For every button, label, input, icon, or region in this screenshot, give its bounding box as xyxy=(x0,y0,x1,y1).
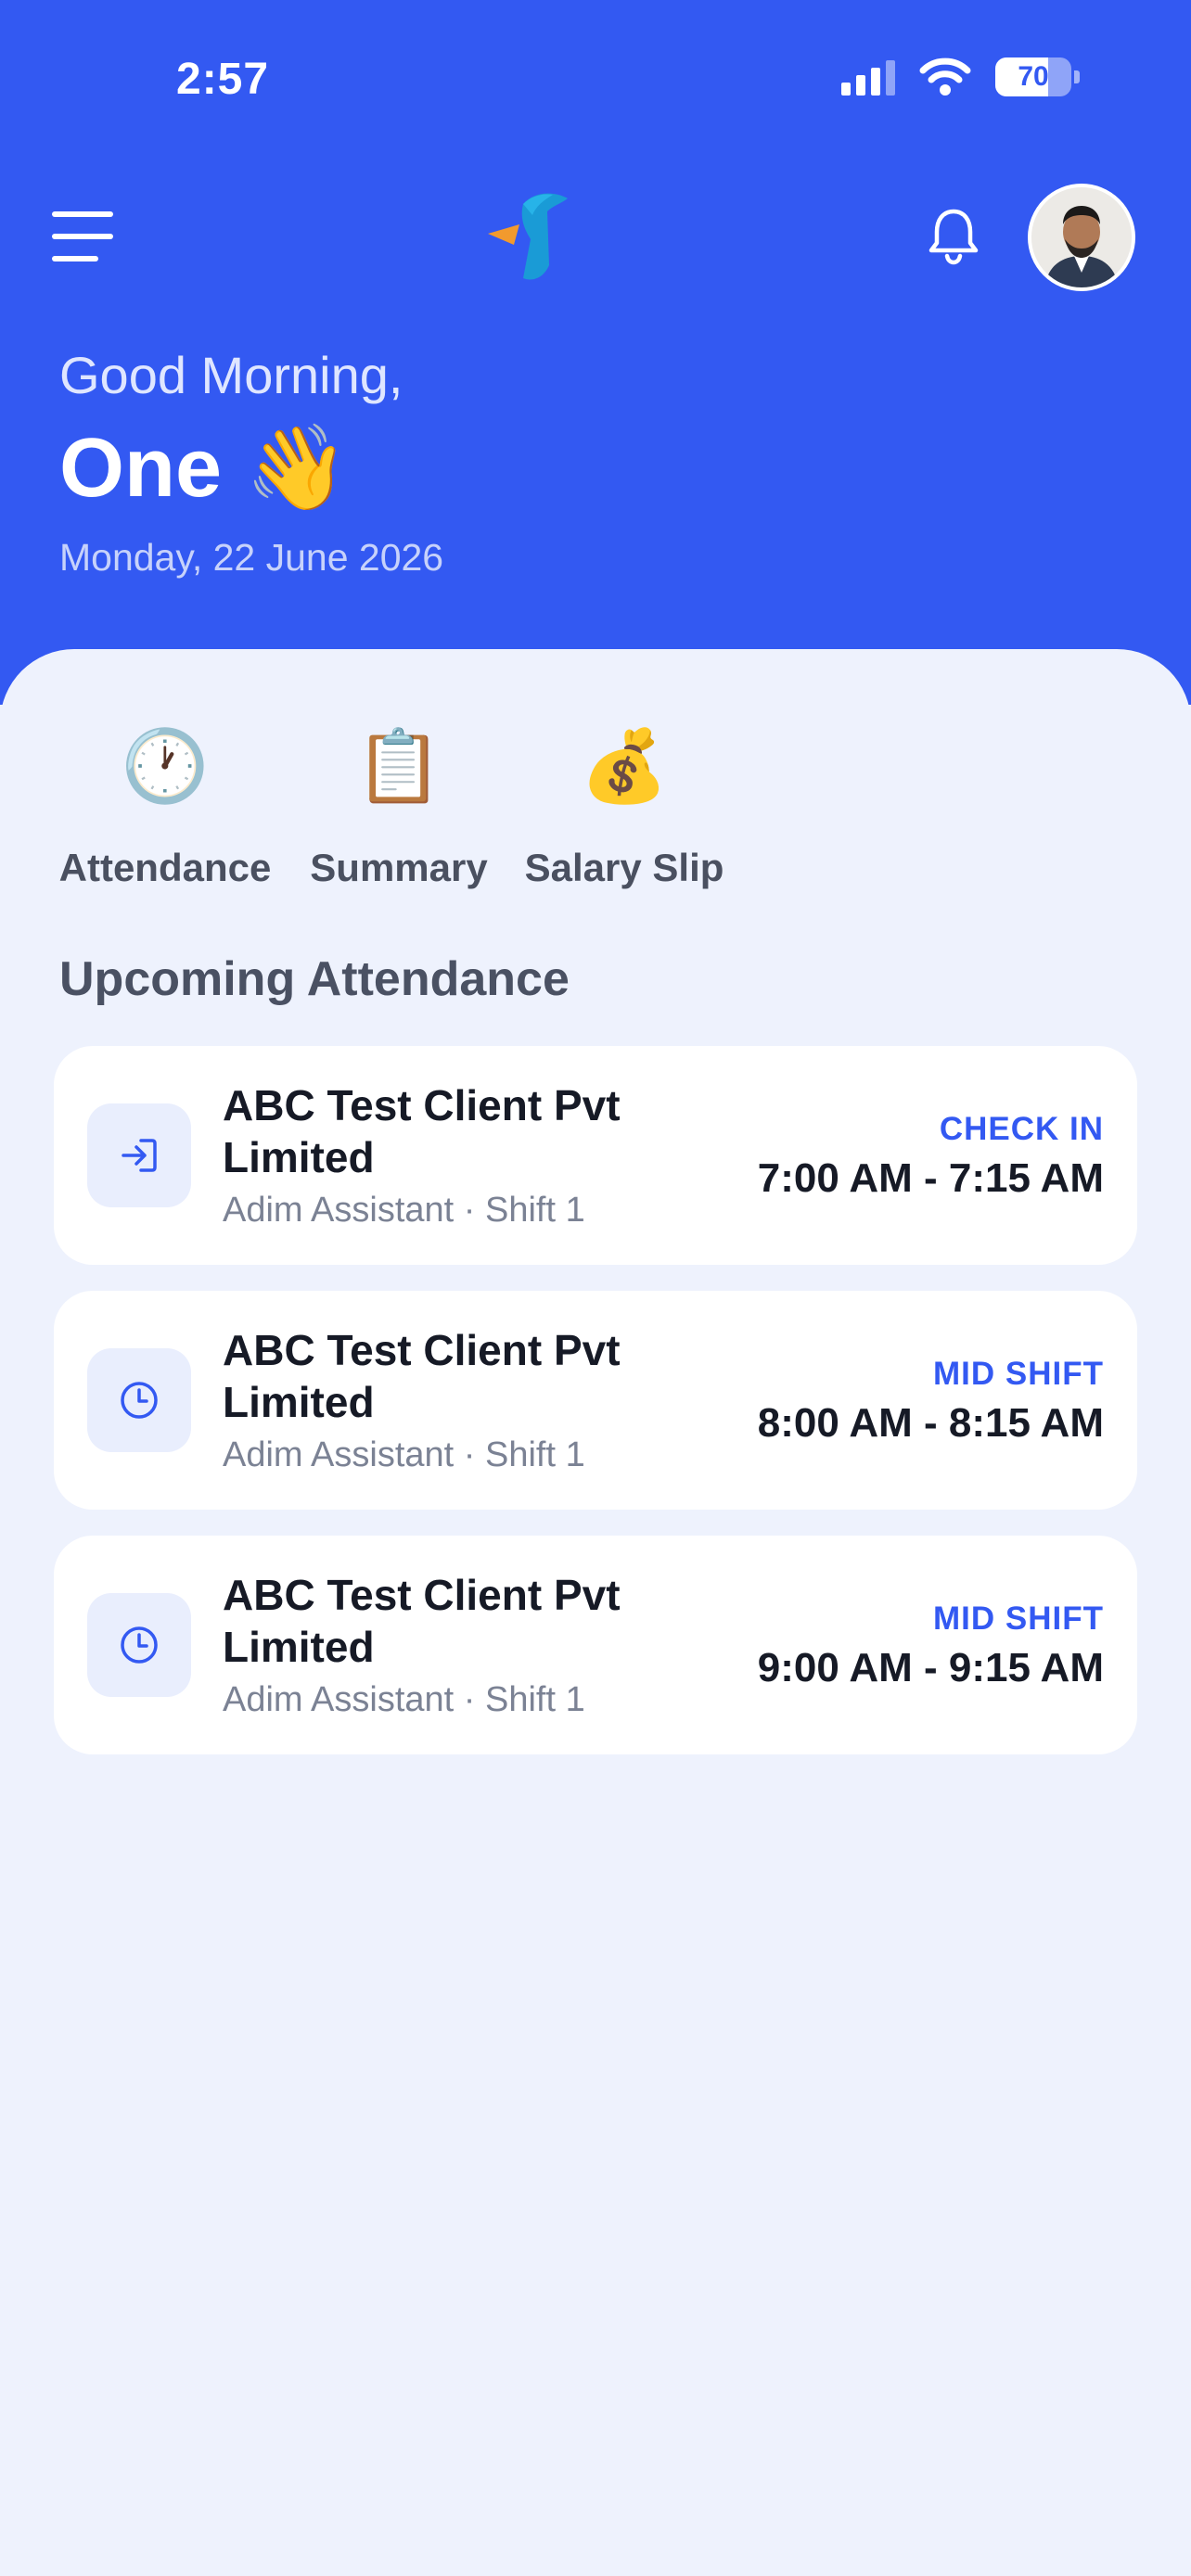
attendance-type-badge: MID SHIFT xyxy=(933,1356,1104,1392)
status-time: 2:57 xyxy=(176,55,270,104)
time-window: 8:00 AM - 8:15 AM xyxy=(757,1400,1104,1446)
shift-subtitle: Adim Assistant · Shift 1 xyxy=(223,1191,585,1230)
time-window: 7:00 AM - 7:15 AM xyxy=(757,1155,1104,1201)
clipboard-emoji-icon: 📋 xyxy=(354,727,443,806)
status-icons: 70 xyxy=(841,57,1080,96)
shift-subtitle: Adim Assistant · Shift 1 xyxy=(223,1435,585,1474)
attendance-card[interactable]: ABC Test Client Pvt Limited Adim Assista… xyxy=(54,1536,1137,1754)
attendance-card[interactable]: ABC Test Client Pvt Limited Adim Assista… xyxy=(54,1046,1137,1265)
client-name: ABC Test Client Pvt Limited xyxy=(223,1571,621,1671)
hamburger-menu-icon[interactable] xyxy=(52,211,113,261)
section-title: Upcoming Attendance xyxy=(59,952,570,1006)
quick-action-attendance[interactable]: 🕐 Attendance xyxy=(54,725,276,890)
bell-icon[interactable] xyxy=(926,206,981,265)
clock-icon xyxy=(87,1348,191,1452)
quick-action-label: Salary Slip xyxy=(524,846,724,889)
attendance-type-badge: CHECK IN xyxy=(939,1111,1104,1147)
current-date: Monday, 22 June 2026 xyxy=(59,536,444,579)
attendance-card[interactable]: ABC Test Client Pvt Limited Adim Assista… xyxy=(54,1291,1137,1510)
battery-icon: 70 xyxy=(995,57,1080,96)
money-bag-emoji-icon: 💰 xyxy=(580,727,669,806)
greeting-text: Good Morning, xyxy=(59,346,403,404)
clock-emoji-icon: 🕐 xyxy=(121,727,210,806)
time-window: 9:00 AM - 9:15 AM xyxy=(757,1645,1104,1690)
quick-action-summary[interactable]: 📋 Summary xyxy=(306,725,492,890)
client-name: ABC Test Client Pvt Limited xyxy=(223,1326,621,1426)
shift-subtitle: Adim Assistant · Shift 1 xyxy=(223,1680,585,1719)
clock-icon xyxy=(87,1593,191,1697)
client-name: ABC Test Client Pvt Limited xyxy=(223,1081,621,1181)
quick-action-salary-slip[interactable]: 💰 Salary Slip xyxy=(521,725,727,890)
cellular-signal-icon xyxy=(841,58,895,96)
user-name: One 👋 xyxy=(59,422,350,515)
battery-level: 70 xyxy=(1018,61,1049,92)
attendance-type-badge: MID SHIFT xyxy=(933,1600,1104,1637)
avatar[interactable] xyxy=(1028,184,1135,291)
check-in-icon xyxy=(87,1103,191,1207)
quick-action-label: Summary xyxy=(310,846,488,889)
quick-action-label: Attendance xyxy=(58,846,272,889)
wifi-icon xyxy=(919,57,971,96)
app-logo xyxy=(488,193,568,280)
